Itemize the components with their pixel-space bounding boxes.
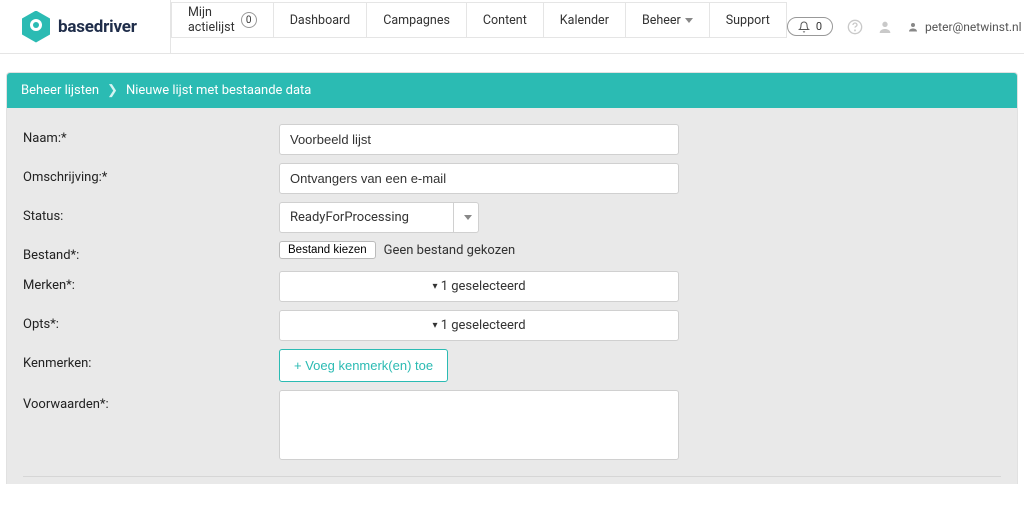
divider xyxy=(23,476,1001,477)
main-panel: Beheer lijsten ❯ Nieuwe lijst met bestaa… xyxy=(6,72,1018,484)
select-status-value: ReadyForProcessing xyxy=(279,202,453,233)
bell-icon xyxy=(798,21,810,33)
label-omschrijving: Omschrijving:* xyxy=(23,163,279,185)
select-status[interactable]: ReadyForProcessing xyxy=(279,202,479,233)
help-icon[interactable] xyxy=(847,19,863,35)
nav-content[interactable]: Content xyxy=(467,2,544,38)
input-naam[interactable] xyxy=(279,124,679,155)
chevron-right-icon: ❯ xyxy=(107,83,118,98)
opts-selected-text: 1 geselecteerd xyxy=(441,318,526,333)
merken-selected-text: 1 geselecteerd xyxy=(441,279,526,294)
person-icon xyxy=(907,21,919,33)
main-nav: Mijn actielijst 0 Dashboard Campagnes Co… xyxy=(170,0,787,53)
select-status-toggle[interactable] xyxy=(453,202,479,233)
logo-icon xyxy=(22,11,50,43)
breadcrumb: Beheer lijsten ❯ Nieuwe lijst met bestaa… xyxy=(7,73,1017,108)
label-opts: Opts*: xyxy=(23,310,279,332)
label-status: Status: xyxy=(23,202,279,224)
label-naam: Naam:* xyxy=(23,124,279,146)
nav-support[interactable]: Support xyxy=(710,2,787,38)
breadcrumb-current: Nieuwe lijst met bestaande data xyxy=(126,83,311,98)
brand-logo[interactable]: basedriver xyxy=(0,11,170,43)
topbar: basedriver Mijn actielijst 0 Dashboard C… xyxy=(0,0,1024,54)
input-omschrijving[interactable] xyxy=(279,163,679,194)
label-merken: Merken*: xyxy=(23,271,279,293)
topbar-right: 0 peter@netwinst.nl xyxy=(787,17,1024,36)
nav-campagnes[interactable]: Campagnes xyxy=(367,2,467,38)
breadcrumb-root[interactable]: Beheer lijsten xyxy=(21,83,99,98)
multiselect-opts[interactable]: ▾ 1 geselecteerd xyxy=(279,310,679,341)
label-bestand: Bestand*: xyxy=(23,241,279,263)
user-icon[interactable] xyxy=(877,19,893,35)
nav-actielijst[interactable]: Mijn actielijst 0 xyxy=(171,2,274,38)
caret-down-icon xyxy=(685,18,693,23)
user-email: peter@netwinst.nl xyxy=(925,20,1022,34)
add-kenmerk-button[interactable]: + Voeg kenmerk(en) toe xyxy=(279,349,448,382)
label-kenmerken: Kenmerken: xyxy=(23,349,279,371)
file-choose-button[interactable]: Bestand kiezen xyxy=(279,241,376,259)
nav-actielijst-label: Mijn actielijst xyxy=(188,5,235,35)
nav-beheer[interactable]: Beheer xyxy=(626,2,710,38)
notifications-count: 0 xyxy=(816,20,822,33)
nav-dashboard[interactable]: Dashboard xyxy=(274,2,367,38)
nav-actielijst-count: 0 xyxy=(241,12,257,28)
nav-kalender[interactable]: Kalender xyxy=(544,2,626,38)
user-menu[interactable]: peter@netwinst.nl xyxy=(907,20,1024,34)
caret-down-icon: ▾ xyxy=(432,320,437,331)
multiselect-merken[interactable]: ▾ 1 geselecteerd xyxy=(279,271,679,302)
textarea-voorwaarden[interactable] xyxy=(279,390,679,460)
form: Naam:* Omschrijving:* Status: ReadyForPr… xyxy=(7,108,1017,484)
brand-name: basedriver xyxy=(58,17,137,37)
file-status-text: Geen bestand gekozen xyxy=(384,243,516,258)
notifications-button[interactable]: 0 xyxy=(787,17,833,36)
label-voorwaarden: Voorwaarden*: xyxy=(23,390,279,412)
caret-down-icon: ▾ xyxy=(432,281,437,292)
chevron-down-icon xyxy=(464,215,472,220)
